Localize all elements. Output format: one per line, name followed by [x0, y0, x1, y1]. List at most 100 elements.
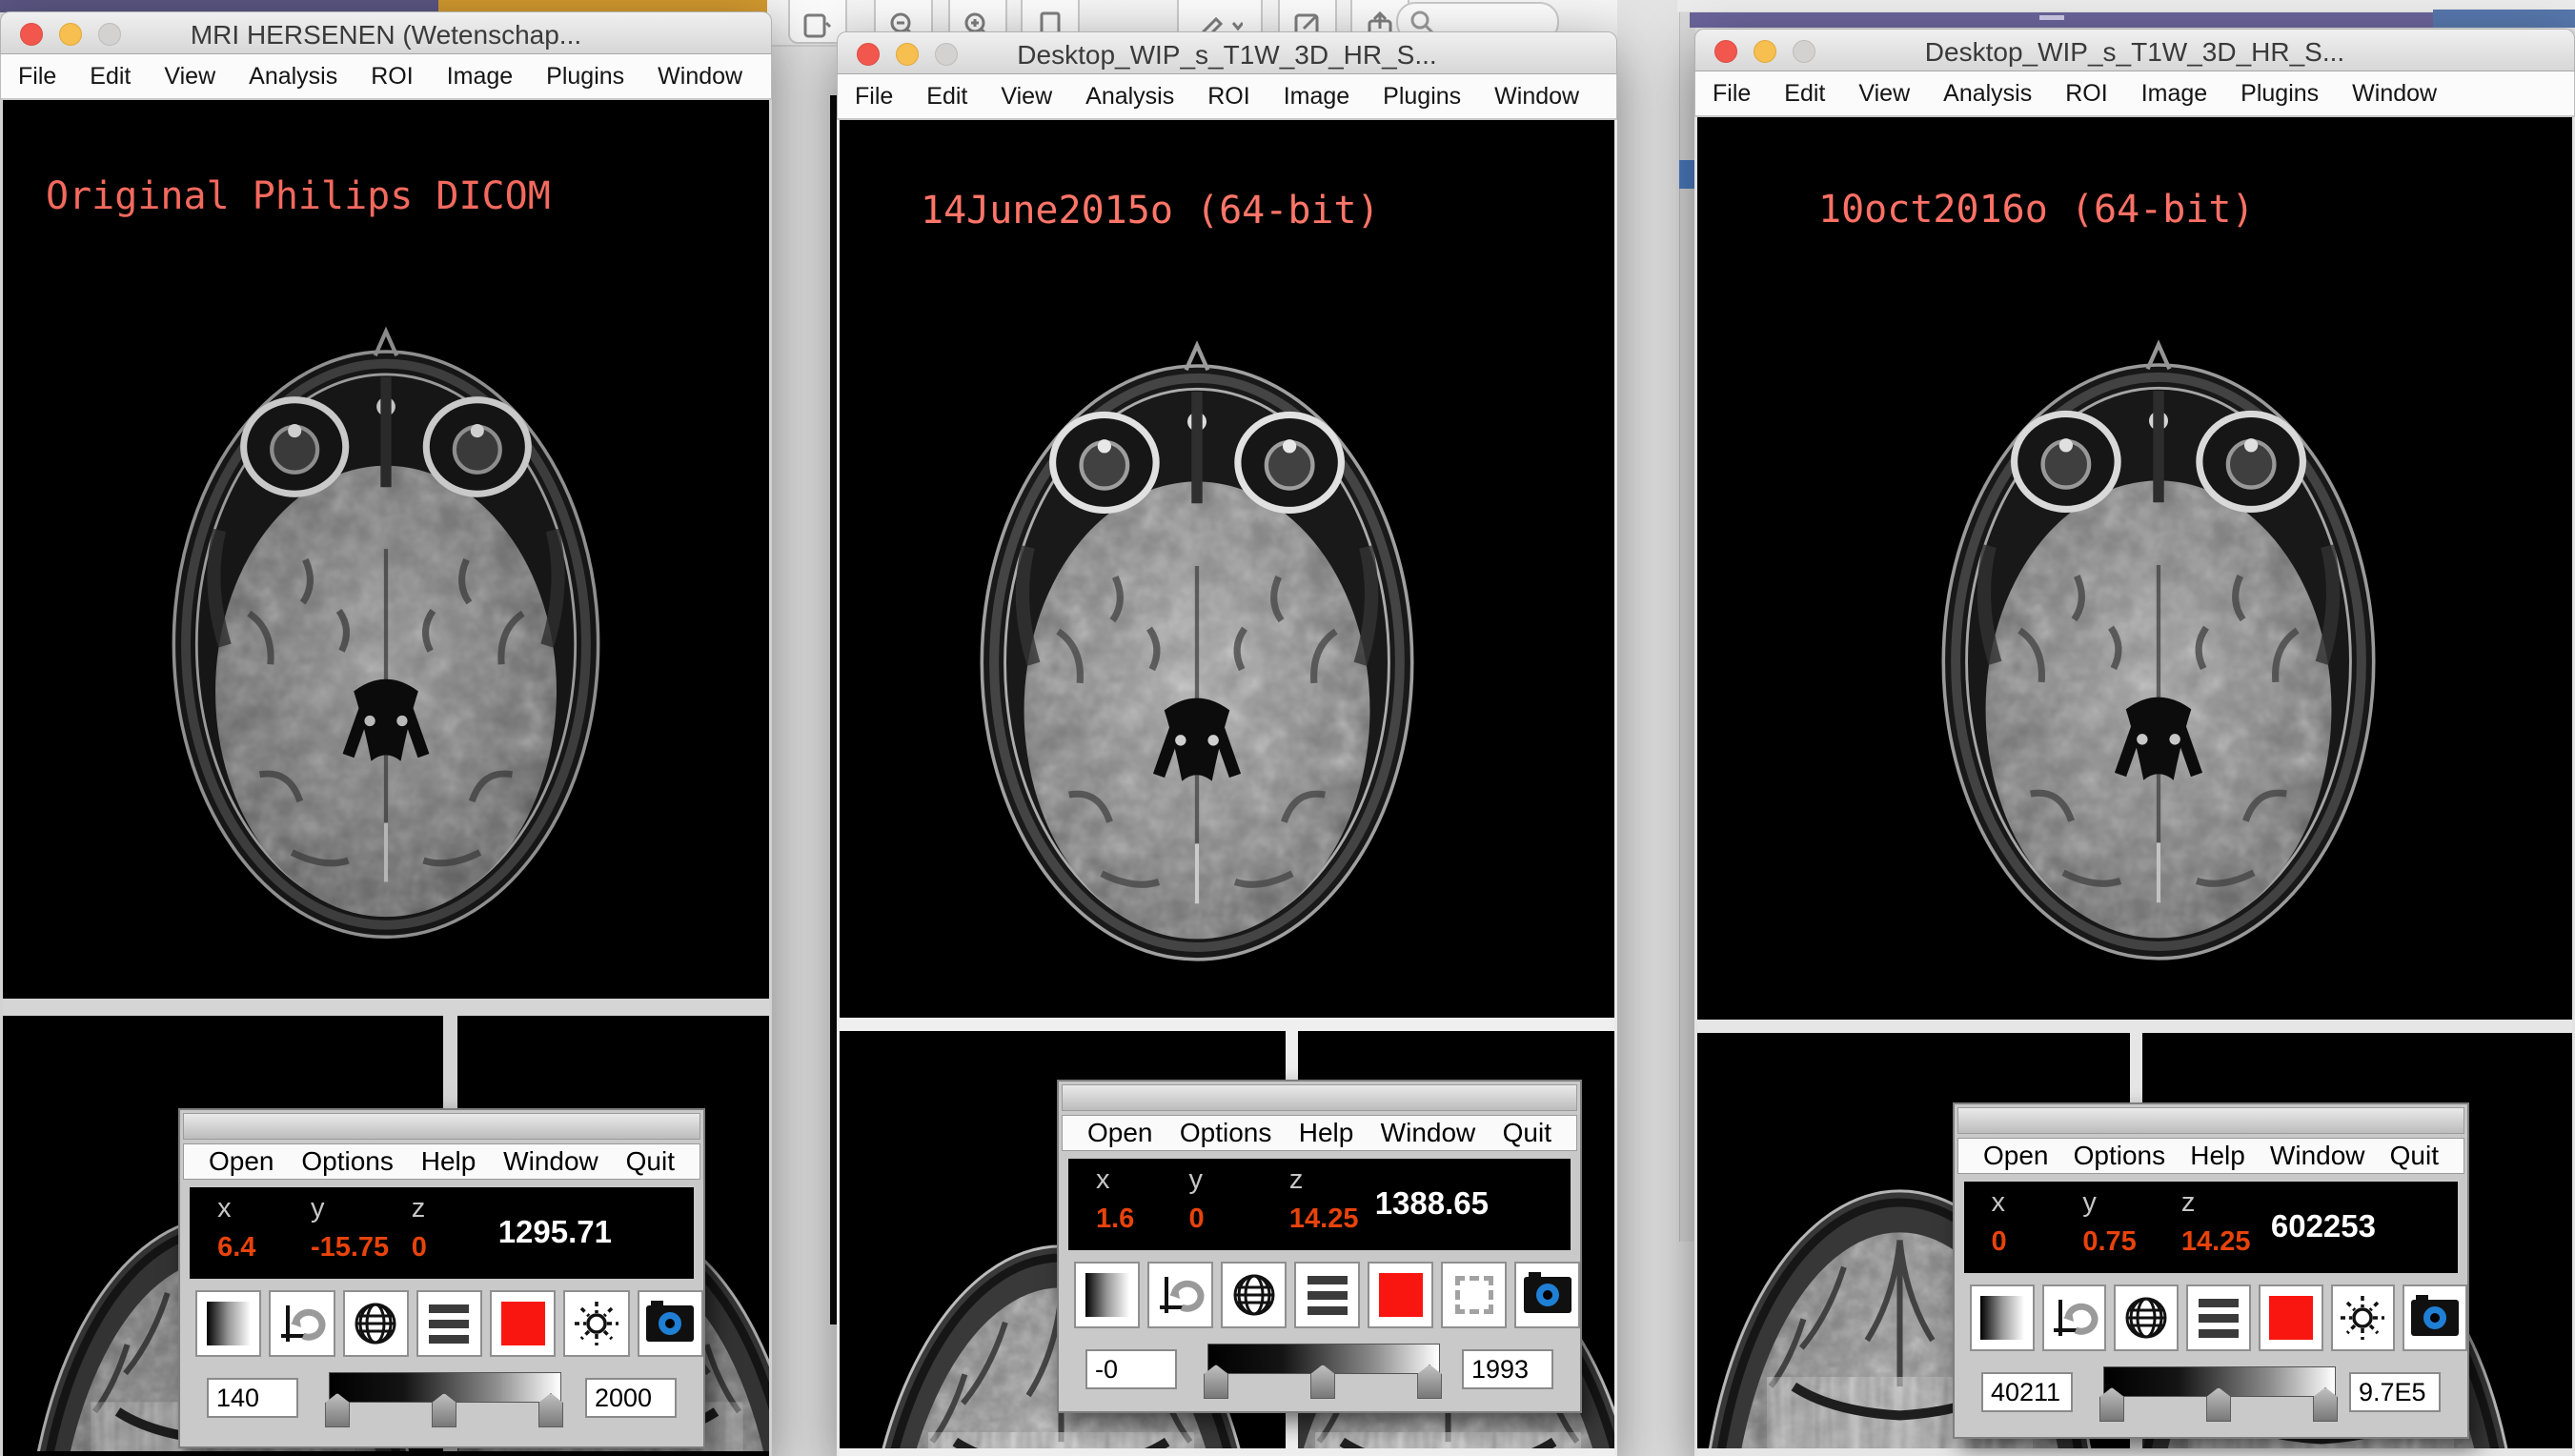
- panel-menu-help[interactable]: Help: [1299, 1118, 1354, 1148]
- panel-menu-options[interactable]: Options: [301, 1146, 394, 1177]
- menu-file[interactable]: File: [855, 83, 893, 111]
- menu-plugins[interactable]: Plugins: [546, 63, 624, 91]
- menu-roi[interactable]: ROI: [2065, 80, 2107, 108]
- menu-file[interactable]: File: [1713, 80, 1751, 108]
- titlebar[interactable]: MRI HERSENEN (Wetenschap...: [0, 11, 772, 54]
- panel-menu-quit[interactable]: Quit: [2390, 1141, 2439, 1171]
- menu-view[interactable]: View: [164, 63, 215, 91]
- coordinate-readout: x y z 6.4 -15.75 0 1295.71: [190, 1187, 694, 1279]
- min-level-input[interactable]: [1085, 1349, 1177, 1389]
- overlay-color-button[interactable]: [1368, 1262, 1433, 1328]
- z-label: z: [412, 1193, 426, 1224]
- menu-analysis[interactable]: Analysis: [1085, 83, 1174, 111]
- max-level-input[interactable]: [2349, 1372, 2441, 1412]
- titlebar[interactable]: Desktop_WIP_s_T1W_3D_HR_S...: [837, 31, 1617, 74]
- panel-menu-options[interactable]: Options: [1180, 1118, 1272, 1148]
- overlay-color-button[interactable]: [2259, 1284, 2323, 1351]
- axial-mri-view[interactable]: [892, 261, 1502, 1023]
- x-label: x: [1991, 1187, 2005, 1219]
- desktop: { "background": { "purple_bar_color": "#…: [0, 0, 2575, 1456]
- y-value: 0: [1188, 1203, 1204, 1235]
- panel-menu-open[interactable]: Open: [209, 1146, 274, 1177]
- camera-icon: [646, 1305, 694, 1342]
- menu-analysis[interactable]: Analysis: [1943, 80, 2032, 108]
- menu-edit[interactable]: Edit: [1784, 80, 1825, 108]
- x-value: 0: [1991, 1226, 2006, 1258]
- min-level-input[interactable]: [1981, 1372, 2073, 1412]
- panel-menu-help[interactable]: Help: [2190, 1141, 2245, 1171]
- panel-toolbar: [1970, 1284, 2467, 1351]
- panel-drag-handle[interactable]: [1062, 1084, 1577, 1111]
- overlay-color-button[interactable]: [490, 1290, 556, 1357]
- menu-plugins[interactable]: Plugins: [1383, 83, 1461, 111]
- menu-edit[interactable]: Edit: [926, 83, 967, 111]
- max-level-input[interactable]: [585, 1378, 677, 1418]
- snapshot-button[interactable]: [1514, 1262, 1580, 1328]
- layers-button[interactable]: [416, 1290, 482, 1357]
- globe-icon: [2121, 1293, 2171, 1343]
- menu-image[interactable]: Image: [2141, 80, 2207, 108]
- layers-button[interactable]: [1294, 1262, 1360, 1328]
- menu-window[interactable]: Window: [1494, 83, 1579, 111]
- contrast-gradient-button[interactable]: [1074, 1262, 1140, 1328]
- markup-icon: [803, 13, 832, 38]
- camera-icon: [1524, 1277, 1571, 1313]
- menu-roi[interactable]: ROI: [371, 63, 413, 91]
- panel-menu-help[interactable]: Help: [421, 1146, 476, 1177]
- render-3d-button[interactable]: [343, 1290, 409, 1357]
- menu-analysis[interactable]: Analysis: [249, 63, 337, 91]
- menu-window[interactable]: Window: [2352, 80, 2437, 108]
- panel-menu-quit[interactable]: Quit: [626, 1146, 675, 1177]
- panel-menu: Open Options Help Window Quit: [183, 1143, 700, 1180]
- level-slider: [325, 1372, 563, 1429]
- min-level-input[interactable]: [207, 1378, 298, 1418]
- panel-menu-window[interactable]: Window: [503, 1146, 598, 1177]
- max-level-input[interactable]: [1462, 1349, 1553, 1389]
- panel-menu-quit[interactable]: Quit: [1503, 1118, 1551, 1148]
- menu-edit[interactable]: Edit: [90, 63, 131, 91]
- rotate-button[interactable]: [2042, 1284, 2107, 1351]
- titlebar[interactable]: Desktop_WIP_s_T1W_3D_HR_S...: [1694, 29, 2575, 71]
- render-3d-button[interactable]: [2114, 1284, 2179, 1351]
- x-value: 1.6: [1096, 1203, 1134, 1235]
- contrast-gradient-button[interactable]: [195, 1290, 261, 1357]
- menu-file[interactable]: File: [18, 63, 56, 91]
- layers-button[interactable]: [2186, 1284, 2251, 1351]
- rotate-button[interactable]: [1147, 1262, 1213, 1328]
- menu-image[interactable]: Image: [447, 63, 513, 91]
- menu-view[interactable]: View: [1858, 80, 1910, 108]
- brightness-icon: [2337, 1292, 2388, 1344]
- panel-drag-handle[interactable]: [183, 1113, 700, 1140]
- y-value: -15.75: [311, 1232, 389, 1264]
- panel-drag-handle[interactable]: [1957, 1107, 2464, 1134]
- menu-image[interactable]: Image: [1284, 83, 1349, 111]
- menu-roi[interactable]: ROI: [1207, 83, 1249, 111]
- snapshot-button[interactable]: [2403, 1284, 2467, 1351]
- marquee-icon: [1455, 1276, 1493, 1314]
- snapshot-button[interactable]: [638, 1290, 703, 1357]
- panel-menu-open[interactable]: Open: [1087, 1118, 1153, 1148]
- gradient-icon: [1980, 1296, 2024, 1340]
- rotate-button[interactable]: [269, 1290, 335, 1357]
- contrast-gradient-button[interactable]: [1970, 1284, 2035, 1351]
- panel-menu-window[interactable]: Window: [2270, 1141, 2365, 1171]
- layers-icon: [429, 1304, 469, 1344]
- brightness-button[interactable]: [563, 1290, 629, 1357]
- brightness-button[interactable]: [2331, 1284, 2396, 1351]
- background-titlebar-mark: [2039, 15, 2064, 20]
- menu-plugins[interactable]: Plugins: [2240, 80, 2319, 108]
- background-blue-fragment: [1679, 160, 1694, 189]
- axial-mri-view[interactable]: [1854, 260, 2463, 1022]
- x-label: x: [1096, 1164, 1110, 1196]
- control-panel-14june2015: Open Options Help Window Quit x y z 1.6 …: [1057, 1080, 1582, 1413]
- axial-mri-view[interactable]: [91, 243, 681, 1005]
- menu-window[interactable]: Window: [658, 63, 742, 91]
- panel-menu-open[interactable]: Open: [1983, 1141, 2049, 1171]
- selection-button[interactable]: [1441, 1262, 1507, 1328]
- panel-menu-window[interactable]: Window: [1381, 1118, 1476, 1148]
- coordinate-readout: x y z 1.6 0 14.25 1388.65: [1068, 1159, 1571, 1250]
- render-3d-button[interactable]: [1221, 1262, 1287, 1328]
- menu-view[interactable]: View: [1001, 83, 1052, 111]
- intensity-value: 1388.65: [1375, 1185, 1489, 1222]
- panel-menu-options[interactable]: Options: [2074, 1141, 2166, 1171]
